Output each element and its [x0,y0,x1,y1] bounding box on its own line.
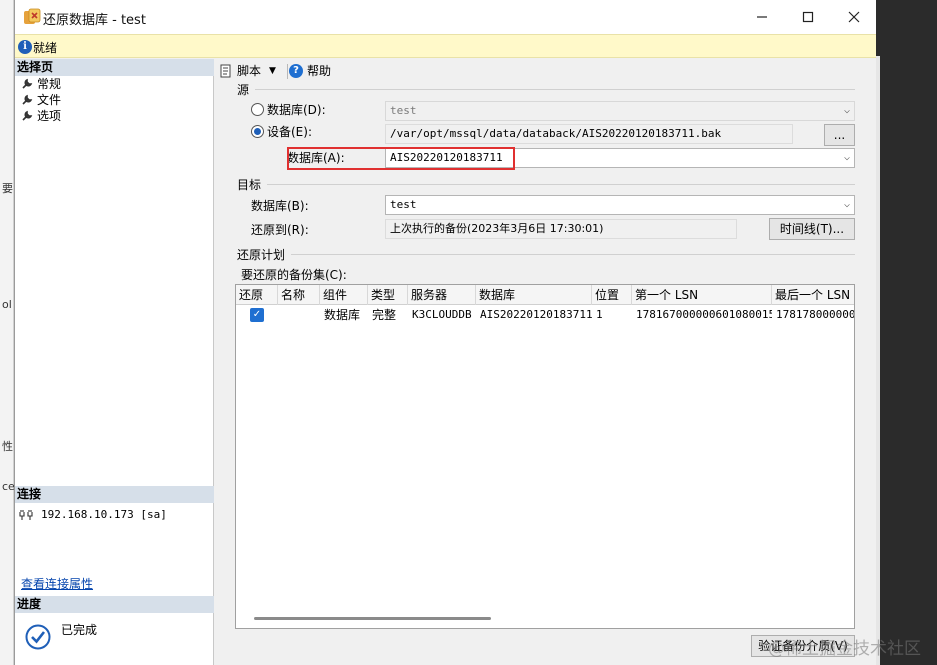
divider [267,184,855,185]
restore-checkbox[interactable]: ✓ [250,308,264,322]
close-button[interactable] [831,0,876,34]
progress-status: 已完成 [61,623,98,637]
main-panel: 脚本 ▼ ? 帮助 源 数据库(D): test ⌵ 设备(E): /var/o… [215,59,876,665]
minimize-icon [757,16,767,18]
script-button[interactable]: 脚本 ▼ [219,62,276,79]
destination-group-label: 目标 [237,178,262,192]
background-fragment: 性 [2,440,13,453]
restore-plan-group-label: 还原计划 [237,248,286,262]
status-text: 就绪 [33,41,58,55]
timeline-button[interactable]: 时间线(T)... [769,218,855,240]
maximize-icon [802,11,814,23]
destination-database-value: test [390,198,417,211]
column-header-server[interactable]: 服务器 [408,285,476,305]
source-database-value: test [390,104,417,117]
progress-header: 进度 [15,596,214,613]
cell-database: AIS20220120183711 [480,308,592,321]
background-fragment: ol [2,298,12,311]
cell-first-lsn: 178167000000601080015З [636,308,772,321]
minimize-button[interactable] [739,0,785,34]
script-label: 脚本 [237,64,262,78]
restore-database-dialog: 还原数据库 - test i 就绪 选择页 常规 文件 选项 连接 192.16… [14,0,876,665]
divider [255,89,855,90]
window-title: 还原数据库 - test [43,13,146,28]
column-header-last-lsn[interactable]: 最后一个 LSN [772,285,854,305]
background-fragment: ce [2,480,15,493]
toolbar-separator [287,64,288,79]
dropdown-arrow-icon: ▼ [269,65,276,76]
chevron-down-icon: ⌵ [843,105,850,116]
divider [291,254,855,255]
destination-database-select[interactable]: test ⌵ [385,195,855,215]
device-path-field[interactable]: /var/opt/mssql/data/databack/AIS20220120… [385,124,793,144]
info-icon: i [18,40,32,54]
cell-last-lsn: 17817800000049 [776,308,855,321]
source-database-select[interactable]: test ⌵ [385,101,855,121]
view-connection-properties-link[interactable]: 查看连接属性 [21,575,93,592]
select-page-header: 选择页 [15,59,214,76]
horizontal-scrollbar[interactable] [254,617,491,620]
chevron-down-icon: ⌵ [843,152,850,163]
page-item-label: 常规 [37,77,62,91]
connection-header: 连接 [15,486,214,503]
page-item-general[interactable]: 常规 [21,76,61,92]
cell-name [278,305,320,325]
background-window-edge: 要 ol 性 ce [0,0,15,665]
title-bar: 还原数据库 - test [15,0,876,34]
status-bar: i 就绪 [15,34,876,58]
background-fragment: 要 [2,182,13,195]
column-header-name[interactable]: 名称 [278,285,320,305]
left-pane: 选择页 常规 文件 选项 连接 192.168.10.173 [sa] 查看连接… [15,59,214,665]
page-item-label: 选项 [37,109,62,123]
cell-type: 完整 [372,308,397,322]
source-group-label: 源 [237,83,250,97]
browse-button[interactable]: ... [824,124,855,146]
column-header-type[interactable]: 类型 [368,285,408,305]
completed-check-icon [25,624,51,650]
background-scrollbar [876,56,880,665]
cell-component: 数据库 [324,308,361,322]
column-header-database[interactable]: 数据库 [476,285,592,305]
maximize-button[interactable] [785,0,831,34]
backup-sets-label: 要还原的备份集(C): [241,268,347,282]
script-icon [220,64,231,77]
source-device-radio[interactable] [251,125,264,138]
wrench-icon [22,94,33,105]
column-header-first-lsn[interactable]: 第一个 LSN [632,285,772,305]
help-icon: ? [289,63,303,78]
wrench-icon [22,110,33,121]
source-database-label: 数据库(D): [267,103,326,117]
source-device-label: 设备(E): [267,125,312,139]
column-header-position[interactable]: 位置 [592,285,632,305]
restore-to-field: 上次执行的备份(2023年3月6日 17:30:01) [385,219,737,239]
page-item-options[interactable]: 选项 [21,108,61,124]
help-button[interactable]: ? 帮助 [289,62,331,79]
wrench-icon [22,78,33,89]
backup-sets-grid: 还原 名称 组件 类型 服务器 数据库 位置 第一个 LSN 最后一个 LSN … [235,284,855,629]
source-database-radio[interactable] [251,103,264,116]
close-icon [848,11,860,23]
page-item-label: 文件 [37,93,62,107]
background-dark-area [876,0,937,665]
column-header-restore[interactable]: 还原 [236,285,278,305]
column-header-component[interactable]: 组件 [320,285,368,305]
cell-position: 1 [596,308,603,321]
restore-to-label: 还原到(R): [251,223,309,237]
page-item-files[interactable]: 文件 [21,92,61,108]
grid-header: 还原 名称 组件 类型 服务器 数据库 位置 第一个 LSN 最后一个 LSN [236,285,854,305]
help-label: 帮助 [307,64,332,78]
highlight-annotation-box [287,147,515,170]
plug-icon [19,509,33,520]
connection-text: 192.168.10.173 [sa] [41,508,167,521]
app-icon [24,8,41,24]
destination-database-label: 数据库(B): [251,199,309,213]
cell-server: K3CLOUDDB [412,308,472,321]
chevron-down-icon: ⌵ [843,199,850,210]
connection-info: 192.168.10.173 [sa] [19,508,167,521]
watermark: @稀土掘金技术社区 [768,639,921,659]
